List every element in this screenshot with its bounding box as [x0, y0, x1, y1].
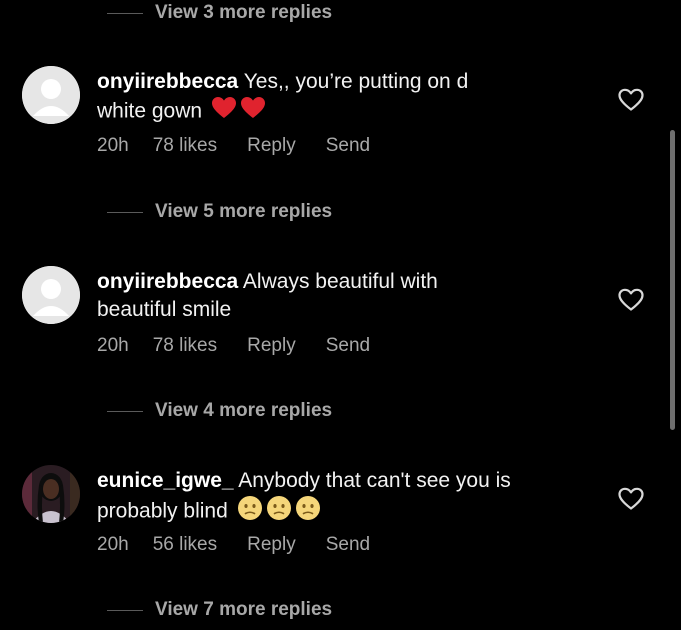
view-more-replies-label: View 4 more replies	[155, 400, 333, 421]
view-more-replies-label: View 5 more replies	[155, 201, 333, 222]
profile-photo-icon	[22, 465, 80, 523]
avatar[interactable]	[22, 266, 80, 324]
comment-likes-count[interactable]: 78 likes	[153, 135, 217, 157]
heart-outline-icon[interactable]	[618, 288, 644, 312]
red-heart-icon	[240, 96, 266, 128]
heart-outline-icon[interactable]	[618, 487, 644, 511]
default-avatar-icon	[22, 266, 80, 324]
heart-outline-icon[interactable]	[618, 88, 644, 112]
comment-likes-count[interactable]: 78 likes	[153, 335, 217, 357]
view-more-replies-button[interactable]: View 3 more replies	[107, 0, 332, 26]
scrollbar[interactable]	[670, 130, 675, 430]
comment-timestamp: 20h	[97, 335, 129, 356]
comment-meta: 20h 56 likes Reply Send	[97, 531, 370, 559]
comment-username[interactable]: eunice_igwe_	[97, 469, 234, 492]
comment-likes-count[interactable]: 56 likes	[153, 534, 217, 556]
reply-button[interactable]: Reply	[247, 534, 296, 556]
comment-timestamp: 20h	[97, 534, 129, 555]
wan-face-emoji-icon	[295, 495, 321, 529]
view-more-replies-button[interactable]: View 4 more replies	[107, 398, 332, 424]
replies-divider	[107, 609, 143, 611]
wan-face-emoji-icon	[237, 495, 263, 529]
comment-meta: 20h 78 likes Reply Send	[97, 332, 370, 360]
default-avatar-icon	[22, 66, 80, 124]
comment-text-block: onyiirebbecca Always beautiful with beau…	[97, 268, 517, 324]
wan-face-emoji-icon	[266, 495, 292, 529]
comment-meta: 20h 78 likes Reply Send	[97, 132, 370, 160]
view-more-replies-button[interactable]: View 7 more replies	[107, 597, 332, 623]
send-button[interactable]: Send	[326, 534, 370, 556]
comment-username[interactable]: onyiirebbecca	[97, 70, 238, 93]
send-button[interactable]: Send	[326, 135, 370, 157]
comment-text-block: onyiirebbecca Yes,, you’re putting on d …	[97, 68, 517, 128]
view-more-replies-button[interactable]: View 5 more replies	[107, 199, 332, 225]
view-more-replies-label: View 7 more replies	[155, 599, 333, 620]
view-more-replies-label: View 3 more replies	[155, 2, 333, 23]
comment-timestamp: 20h	[97, 135, 129, 156]
red-heart-icon	[211, 96, 237, 128]
replies-divider	[107, 410, 143, 412]
comment-text-block: eunice_igwe_ Anybody that can't see you …	[97, 467, 517, 529]
avatar[interactable]	[22, 465, 80, 523]
replies-divider	[107, 211, 143, 213]
send-button[interactable]: Send	[326, 335, 370, 357]
comment-username[interactable]: onyiirebbecca	[97, 270, 238, 293]
reply-button[interactable]: Reply	[247, 135, 296, 157]
reply-button[interactable]: Reply	[247, 335, 296, 357]
avatar[interactable]	[22, 66, 80, 124]
replies-divider	[107, 12, 143, 14]
